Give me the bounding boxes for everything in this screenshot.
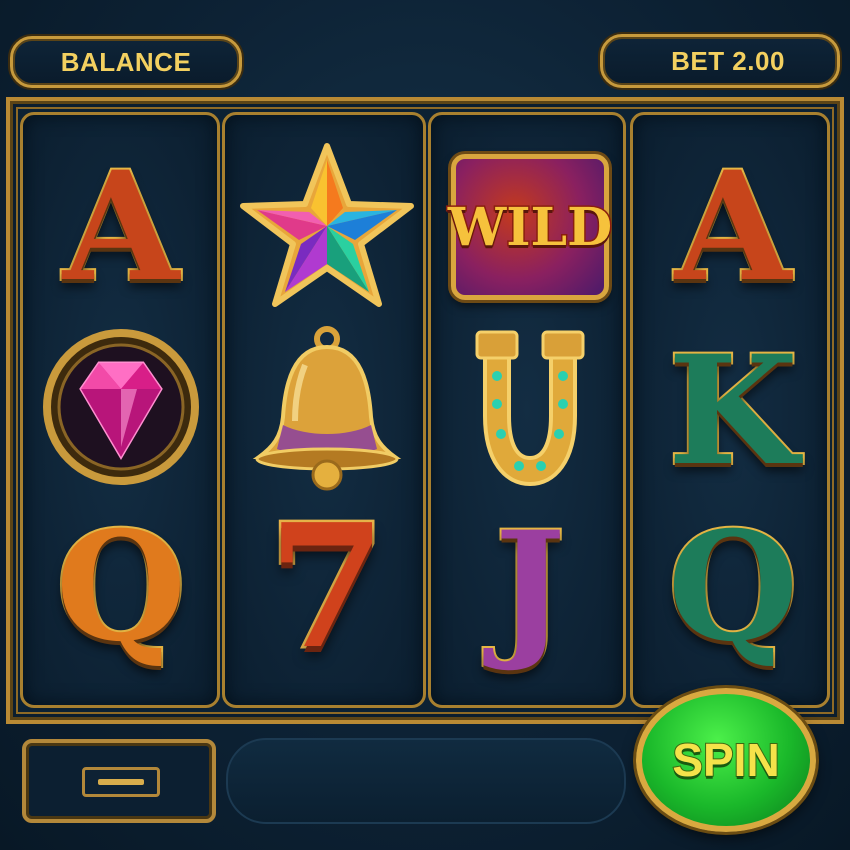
- wild-icon: WILD: [435, 137, 625, 317]
- horseshoe-icon: [435, 321, 625, 501]
- letter-q-icon: Q: [54, 499, 189, 675]
- spin-label: SPIN: [671, 733, 780, 787]
- seven-icon: 7: [265, 485, 388, 690]
- bet-display[interactable]: BET 2.00: [600, 34, 840, 88]
- reel-2: 7: [222, 112, 426, 708]
- reel-4: A K Q: [630, 112, 830, 708]
- pink-gem-icon: [26, 317, 216, 497]
- bell-icon: [232, 320, 422, 500]
- letter-k-icon: K: [666, 323, 800, 499]
- bet-label: BET 2.00: [671, 45, 785, 76]
- bet-decrease-panel: [22, 739, 216, 823]
- letter-q-icon: Q: [666, 499, 801, 675]
- balance-display: BALANCE: [10, 36, 242, 88]
- reel-1: A Q: [20, 112, 220, 708]
- info-panel: [226, 738, 626, 824]
- letter-a-icon: A: [61, 139, 181, 315]
- letter-a-icon: A: [673, 139, 793, 315]
- minus-button[interactable]: [82, 767, 160, 797]
- star-icon: [232, 135, 422, 315]
- balance-label: BALANCE: [60, 46, 192, 77]
- spin-button[interactable]: SPIN: [636, 688, 816, 832]
- minus-icon: [98, 779, 144, 785]
- letter-j-icon: J: [493, 499, 568, 675]
- reel-3: WILD J: [428, 112, 626, 708]
